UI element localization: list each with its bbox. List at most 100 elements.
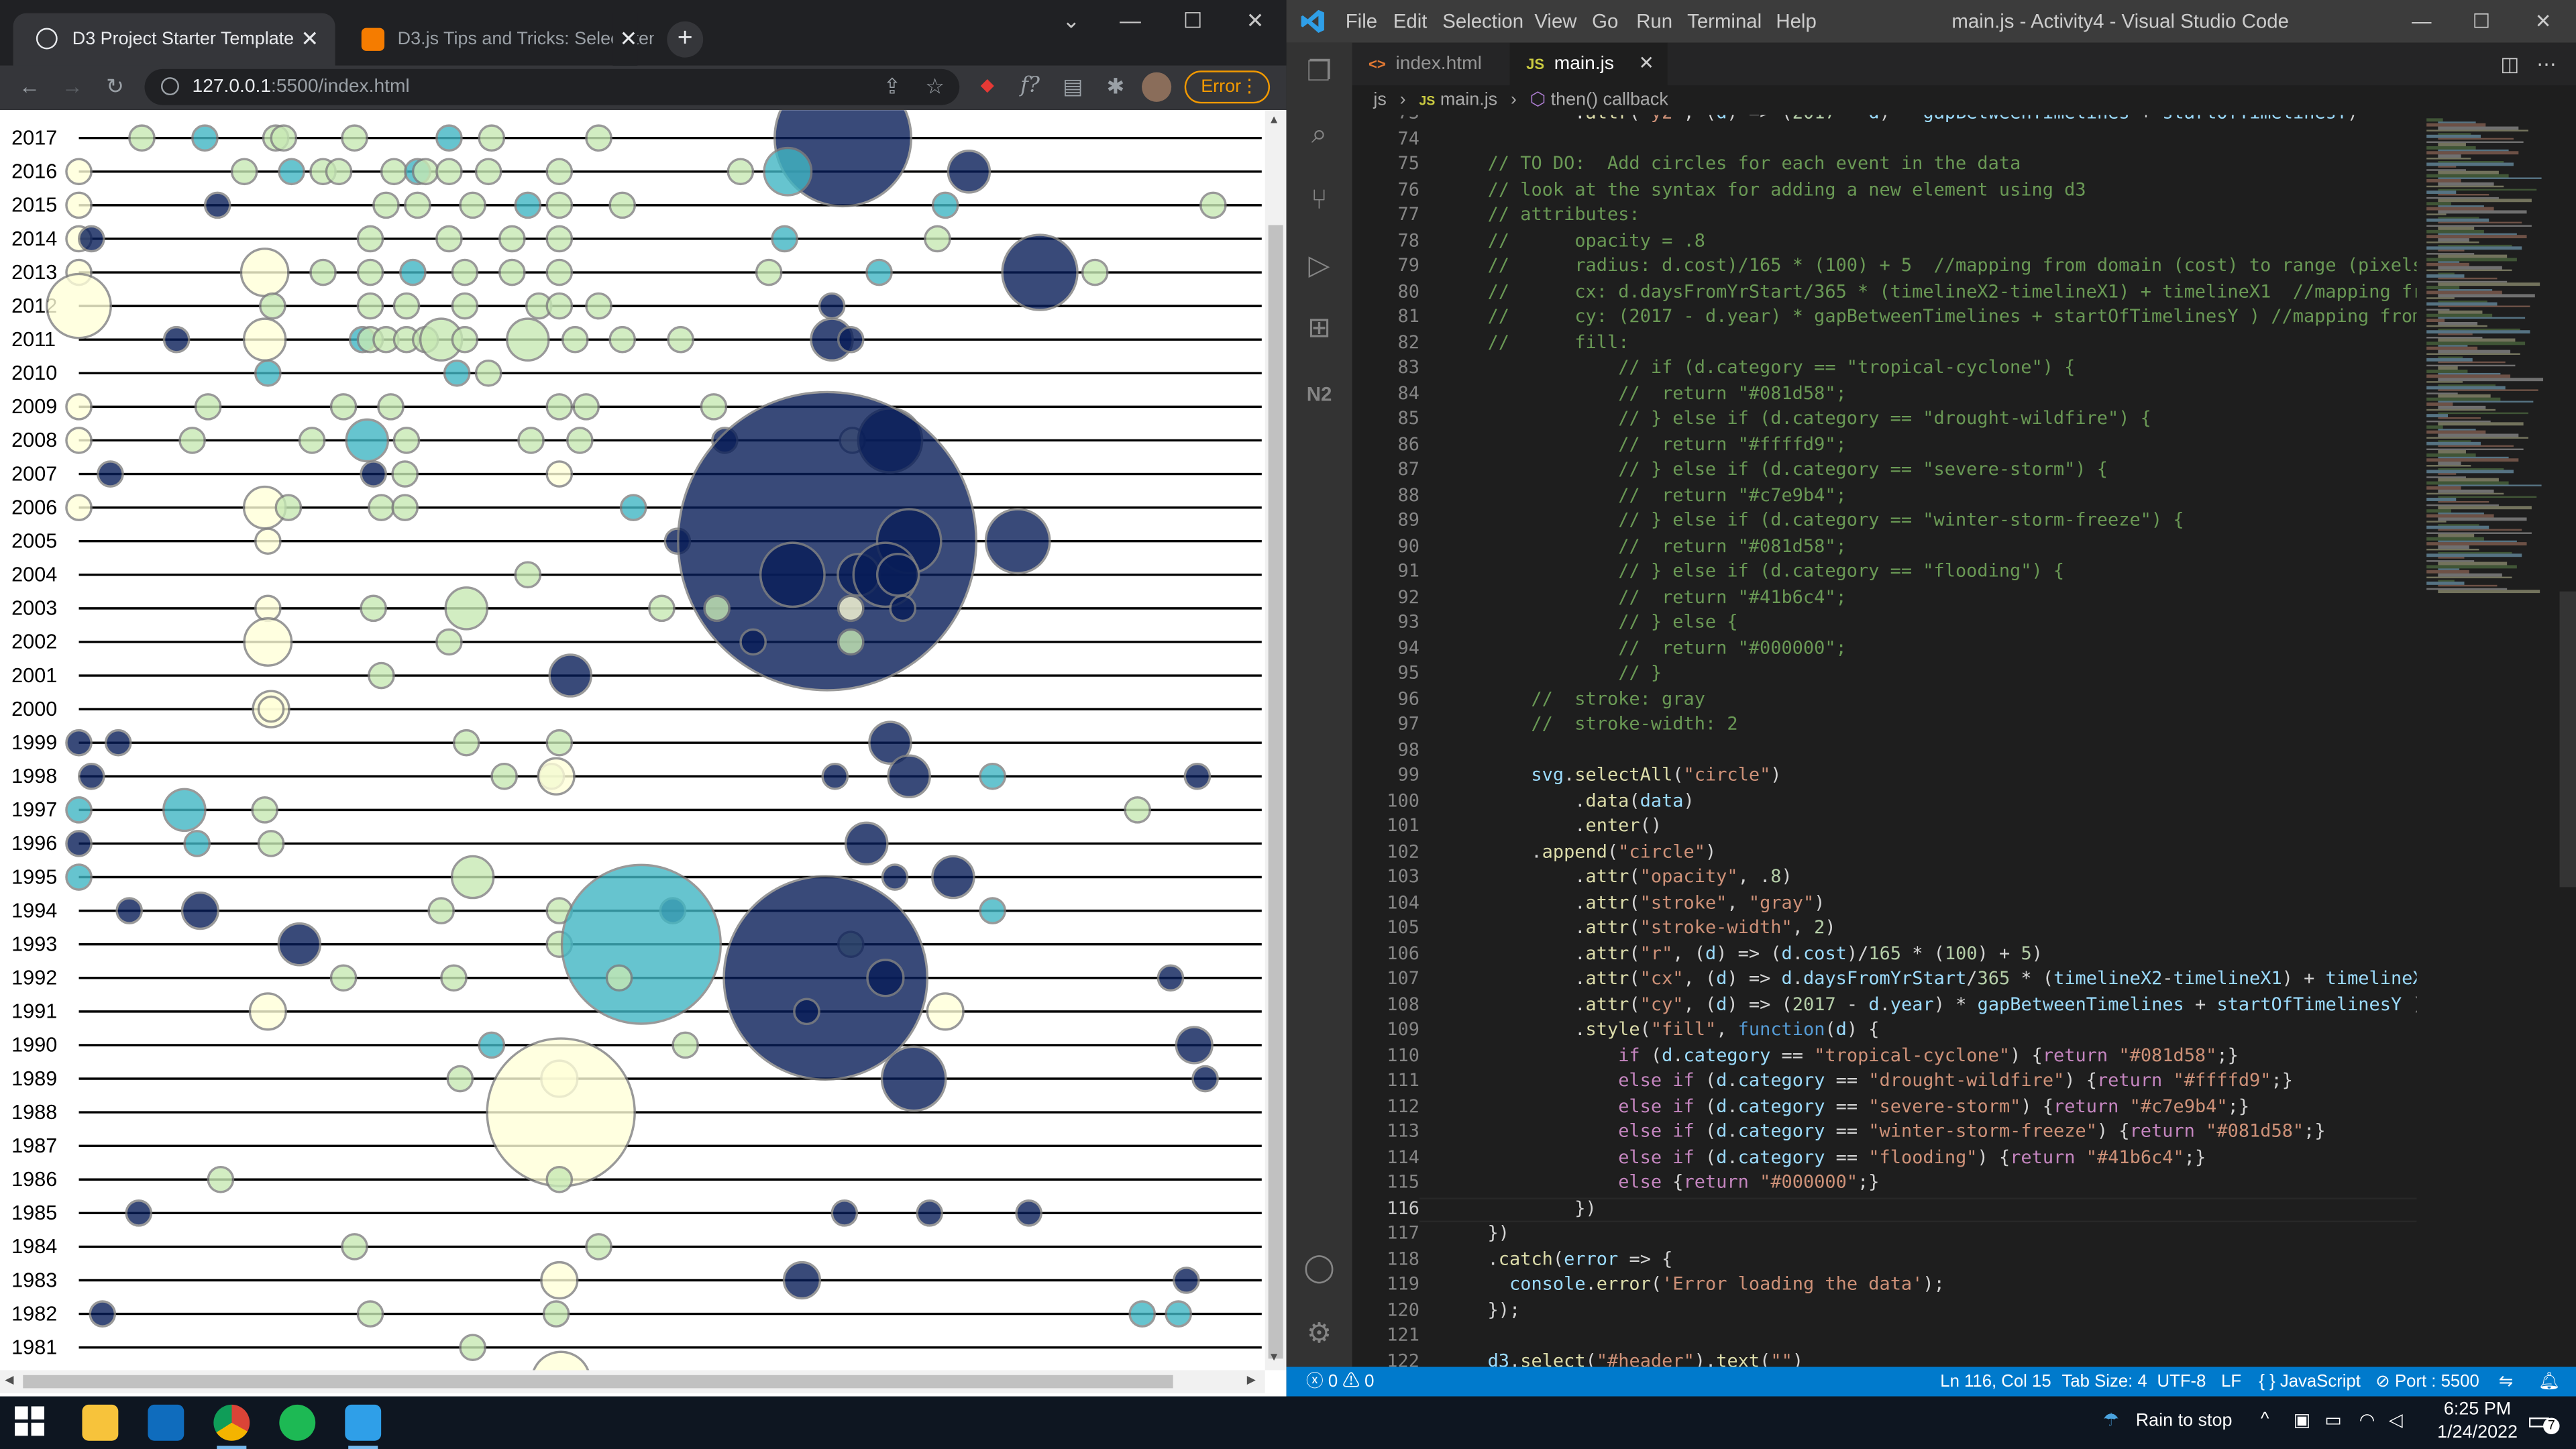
close-window-button[interactable]: ✕ [1226,0,1285,43]
outlook-icon[interactable] [148,1404,184,1441]
breadcrumb-folder[interactable]: js [1373,91,1386,110]
spotify-icon[interactable] [279,1404,316,1441]
share-icon[interactable]: ⇪ [877,72,907,102]
page-horizontal-scrollbar[interactable]: ◀ ▶ [0,1370,1265,1393]
browser-tab-d3-starter[interactable]: D3 Project Starter Template ✕ [13,13,335,66]
extension-icon[interactable]: ▤ [1058,72,1087,102]
code-line[interactable]: // opacity = .8 [1444,229,1705,251]
code-line[interactable]: // return "#ffffd9"; [1444,433,1847,454]
code-line[interactable]: // cx: d.daysFromYrStart/365 * (timeline… [1444,280,2417,302]
code-line[interactable]: .attr("opacity", .8) [1444,866,1792,888]
breadcrumb-file[interactable]: main.js [1440,91,1497,110]
minimize-button[interactable]: — [2412,0,2431,43]
code-line[interactable]: else if (d.category == "flooding") {retu… [1444,1146,2206,1167]
code-line[interactable]: d3.select("#header").text("") [1444,1350,1803,1367]
code-line[interactable]: // stroke: gray [1444,688,1705,709]
cursor-position[interactable]: Ln 116, Col 15 [1940,1367,2051,1397]
settings-gear-icon[interactable]: ⚙ [1303,1318,1336,1350]
new-tab-button[interactable]: + [667,21,704,58]
scroll-left-arrow-icon[interactable]: ◀ [5,1373,13,1387]
ublock-icon[interactable]: ◆ [973,72,1002,102]
puzzle-extensions-icon[interactable]: ✱ [1101,72,1130,102]
scroll-up-arrow-icon[interactable]: ▲ [1269,115,1280,126]
formula-extension-icon[interactable]: f? [1015,72,1044,102]
profile-avatar[interactable] [1142,72,1172,102]
run-debug-icon[interactable]: ▷ [1303,250,1336,282]
info-icon[interactable] [161,77,179,96]
close-tab-icon[interactable]: ✕ [612,13,638,66]
language-mode[interactable]: { } JavaScript [2259,1367,2361,1397]
code-line[interactable]: .data(data) [1444,790,1694,811]
code-line[interactable]: // fill: [1444,331,1629,352]
code-line[interactable]: .enter() [1444,815,1662,837]
close-window-button[interactable]: ✕ [2535,0,2552,43]
scroll-down-arrow-icon[interactable]: ▼ [1269,1352,1280,1364]
source-control-icon[interactable]: ⑂ [1303,184,1336,217]
code-line[interactable]: // } else { [1444,611,1737,633]
code-line[interactable]: // cy: (2017 - d.year) * gapBetweenTimel… [1444,306,2417,327]
battery-icon[interactable]: ▭ [2324,1409,2341,1431]
menu-edit[interactable]: Edit [1393,0,1428,43]
address-bar[interactable]: 127.0.0.1:5500/index.html ⇪ ☆ [144,68,960,105]
code-line[interactable]: // look at the syntax for adding a new e… [1444,178,2086,200]
code-line[interactable]: else {return "#000000";} [1444,1171,1879,1193]
tab-search-chevron-icon[interactable]: ⌄ [1042,0,1101,43]
clock-date[interactable]: 1/24/2022 [2428,1423,2527,1442]
code-line[interactable]: // } else if (d.category == "flooding") … [1444,560,2064,582]
menu-selection[interactable]: Selection [1442,0,1523,43]
split-editor-icon[interactable]: ◫ [2500,43,2519,86]
code-line[interactable]: // return "#41b6c4"; [1444,586,1847,607]
scrollbar-thumb[interactable] [2559,591,2576,888]
code-line[interactable]: }); [1444,1299,1521,1320]
menu-help[interactable]: Help [1776,0,1816,43]
code-line[interactable]: if (d.category == "tropical-cyclone") {r… [1444,1044,2239,1065]
encoding[interactable]: UTF-8 [2157,1367,2206,1397]
end-of-line[interactable]: LF [2221,1367,2241,1397]
close-tab-icon[interactable]: ✕ [1639,43,1655,86]
close-tab-icon[interactable]: ✕ [301,13,319,66]
code-line[interactable]: // } else if (d.category == "drought-wil… [1444,407,2151,429]
maximize-button[interactable]: ☐ [1163,0,1222,43]
tab-index-html[interactable]: <> index.html [1352,43,1510,86]
windows-start-icon[interactable] [15,1406,48,1439]
explorer-files-icon[interactable]: ❐ [1303,56,1336,89]
extensions-icon[interactable]: ⊞ [1303,312,1336,345]
menu-file[interactable]: File [1346,0,1377,43]
code-line[interactable]: }) [1444,1222,1509,1244]
minimap[interactable] [2420,115,2559,1367]
scroll-right-arrow-icon[interactable]: ▶ [1247,1373,1256,1387]
code-line[interactable]: // return "#081d58"; [1444,535,1847,556]
feedback-icon[interactable]: ⇋ [2499,1367,2514,1397]
code-line[interactable]: else if (d.category == "drought-wildfire… [1444,1069,2293,1091]
bookmark-star-icon[interactable]: ☆ [920,72,949,102]
live-server-port[interactable]: ⊘ Port : 5500 [2375,1367,2479,1397]
code-line[interactable]: svg.selectAll("circle") [1444,764,1781,786]
code-editor[interactable]: 73 .attr("y2", (d) => (2017 - d) * gapBe… [1352,115,2417,1367]
chrome-app-icon[interactable] [213,1404,250,1449]
maximize-button[interactable]: ☐ [2473,0,2490,43]
code-line[interactable]: // attributes: [1444,204,1640,225]
code-line[interactable]: .catch(error => { [1444,1248,1673,1269]
menu-view[interactable]: View [1534,0,1576,43]
minimize-button[interactable]: — [1101,0,1160,43]
code-line[interactable]: // TO DO: Add circles for each event in … [1444,153,2021,174]
wifi-icon[interactable]: ◠ [2359,1409,2375,1431]
code-line[interactable]: // if (d.category == "tropical-cyclone")… [1444,356,2075,378]
menu-go[interactable]: Go [1592,0,1618,43]
menu-run[interactable]: Run [1636,0,1672,43]
vscode-app-icon[interactable] [345,1404,382,1449]
file-explorer-icon[interactable] [82,1404,119,1441]
page-vertical-scrollbar[interactable]: ▲ ▼ [1265,110,1287,1371]
code-line[interactable]: .style("fill", function(d) { [1444,1018,1879,1040]
code-line[interactable]: .append("circle") [1444,841,1716,862]
code-line[interactable]: .attr("cy", (d) => (2017 - d.year) * gap… [1444,993,2416,1014]
scrollbar-thumb[interactable] [23,1375,1173,1389]
chrome-error-button[interactable]: Error ⋮ [1184,70,1271,104]
code-line[interactable]: // return "#000000"; [1444,637,1847,658]
scrollbar-thumb[interactable] [1268,225,1283,1359]
editor-scrollbar[interactable] [2559,115,2576,1366]
code-line[interactable]: // radius: d.cost)/165 * (100) + 5 //map… [1444,255,2417,276]
problems-indicator[interactable]: ⓧ 0 ⚠ 0 [1306,1367,1375,1397]
code-line[interactable]: }) [1444,1197,1596,1218]
chevron-up-icon[interactable]: ^ [2261,1409,2269,1429]
